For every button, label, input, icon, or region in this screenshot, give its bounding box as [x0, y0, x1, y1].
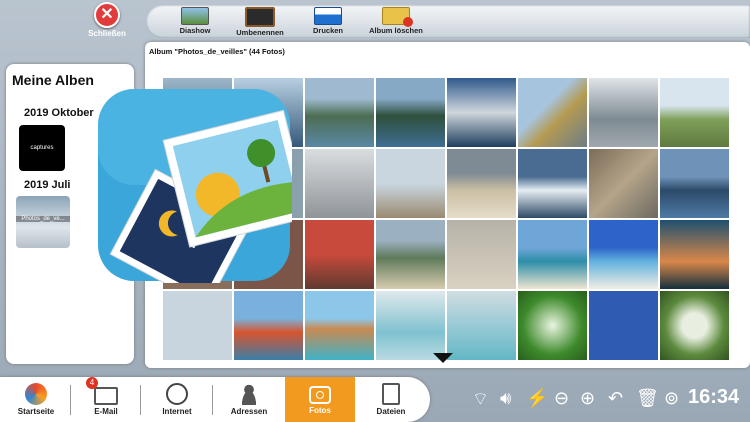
photo-thumbnail[interactable] — [305, 220, 374, 289]
nav-internet-label: Internet — [162, 407, 192, 416]
nav-internet[interactable]: Internet — [148, 377, 206, 422]
contacts-icon — [238, 383, 260, 405]
close-icon: ✕ — [94, 2, 120, 28]
photo-thumbnail[interactable] — [305, 149, 374, 218]
photo-thumbnail[interactable] — [376, 291, 445, 360]
album-label: Photos_de_ve... — [16, 216, 70, 222]
year-heading: 2019 Oktober — [24, 107, 94, 119]
wifi-icon: ⌔ — [472, 389, 489, 409]
scroll-down-arrow-icon[interactable] — [433, 353, 453, 363]
slideshow-label: Diashow — [179, 26, 211, 35]
photo-thumbnail[interactable] — [447, 220, 516, 289]
nav-contacts-label: Adressen — [230, 407, 268, 416]
photo-thumbnail[interactable] — [376, 149, 445, 218]
album-thumb-captures[interactable]: captures — [19, 125, 65, 171]
envelope-icon: 4 — [86, 377, 118, 405]
photo-thumbnail[interactable] — [660, 291, 729, 360]
nav-home[interactable]: Startseite — [8, 377, 64, 422]
nav-photos[interactable]: Fotos — [285, 377, 355, 422]
album-label: captures — [30, 145, 54, 151]
nav-separator — [140, 385, 141, 415]
clock: 16:34 — [688, 386, 740, 408]
nav-files-label: Dateien — [376, 407, 406, 416]
system-tray: ⌔ 🔊︎ ⚡ ⊖ ⊕ ↶ 🗑︎ ⊚ 16:34 — [470, 382, 750, 416]
nav-files[interactable]: Dateien — [362, 377, 420, 422]
photo-thumbnail[interactable] — [518, 220, 587, 289]
photo-thumbnail[interactable] — [305, 291, 374, 360]
photo-thumbnail[interactable] — [660, 220, 729, 289]
year-heading: 2019 Juli — [24, 179, 71, 191]
nav-email[interactable]: 4 E-Mail — [78, 377, 134, 422]
photo-thumbnail[interactable] — [518, 149, 587, 218]
nav-contacts[interactable]: Adressen — [220, 377, 278, 422]
slideshow-icon — [181, 7, 209, 25]
camera-icon — [309, 386, 331, 404]
help-lifebuoy-icon[interactable]: ⊚ — [664, 388, 679, 409]
nav-home-label: Startseite — [17, 407, 55, 416]
photo-thumbnail[interactable] — [447, 78, 516, 147]
sidebar-title: Meine Alben — [12, 72, 94, 88]
photo-thumbnail[interactable] — [376, 220, 445, 289]
zoom-in-icon[interactable]: ⊕ — [580, 388, 595, 409]
printer-icon — [314, 7, 342, 25]
photo-thumbnail[interactable] — [447, 149, 516, 218]
close-label: Schließen — [88, 29, 126, 38]
speaker-icon[interactable]: 🔊︎ — [500, 388, 511, 409]
chalkboard-icon — [245, 7, 275, 27]
globe-icon — [166, 383, 188, 405]
top-toolbar: Diashow Umbenennen Drucken Album löschen — [146, 5, 750, 38]
delete-album-label: Album löschen — [369, 26, 423, 35]
photo-thumbnail[interactable] — [589, 78, 658, 147]
trash-icon[interactable]: 🗑︎ — [636, 388, 659, 409]
photo-thumbnail[interactable] — [518, 78, 587, 147]
photo-thumbnail[interactable] — [589, 149, 658, 218]
nav-email-label: E-Mail — [94, 407, 118, 416]
print-label: Drucken — [312, 26, 343, 35]
email-badge: 4 — [86, 377, 98, 389]
folder-delete-icon — [382, 7, 413, 27]
home-swirl-icon — [25, 383, 47, 405]
delete-album-button[interactable]: Album löschen — [368, 7, 424, 35]
rename-label: Umbenennen — [236, 28, 284, 37]
photo-thumbnail[interactable] — [660, 78, 729, 147]
photo-thumbnail[interactable] — [234, 291, 303, 360]
zoom-out-icon[interactable]: ⊖ — [554, 388, 569, 409]
battery-charging-icon: ⚡ — [526, 388, 549, 408]
nav-separator — [70, 385, 71, 415]
close-button[interactable]: ✕ Schließen — [82, 2, 132, 38]
photo-thumbnail[interactable] — [447, 291, 516, 360]
photo-thumbnail[interactable] — [163, 291, 232, 360]
print-button[interactable]: Drucken — [308, 7, 348, 35]
nav-photos-label: Fotos — [309, 406, 331, 415]
photo-thumbnail[interactable] — [589, 291, 658, 360]
undo-icon[interactable]: ↶ — [608, 388, 623, 409]
album-thumb-photos[interactable]: Photos_de_ve... — [16, 196, 70, 248]
photo-thumbnail[interactable] — [660, 149, 729, 218]
document-icon — [382, 383, 400, 405]
photo-thumbnail[interactable] — [376, 78, 445, 147]
photo-thumbnail[interactable] — [589, 220, 658, 289]
slideshow-button[interactable]: Diashow — [172, 7, 218, 35]
bottom-nav-bar: Startseite 4 E-Mail Internet Adressen Fo… — [0, 377, 430, 422]
photos-app-logo — [96, 87, 311, 307]
rename-button[interactable]: Umbenennen — [236, 7, 284, 37]
photo-thumbnail[interactable] — [305, 78, 374, 147]
photo-thumbnail[interactable] — [518, 291, 587, 360]
album-title: Album "Photos_de_veilles" (44 Fotos) — [149, 47, 285, 56]
nav-separator — [212, 385, 213, 415]
